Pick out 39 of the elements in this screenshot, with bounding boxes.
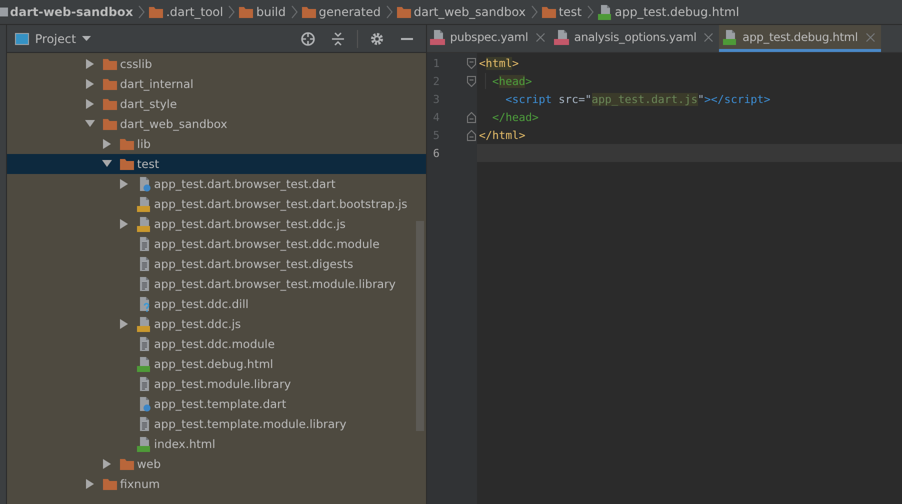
- editor-tab[interactable]: analysis_options.yaml: [551, 25, 720, 52]
- tree-item[interactable]: index.html: [7, 434, 426, 454]
- tree-item[interactable]: app_test.ddc.js: [7, 314, 426, 334]
- tree-item[interactable]: app_test.ddc.module: [7, 334, 426, 354]
- code-line: </html>: [478, 128, 526, 144]
- breadcrumb-item[interactable]: dart-web-sandbox: [8, 5, 136, 19]
- tree-item[interactable]: app_test.debug.html: [7, 354, 426, 374]
- tree-item[interactable]: dart_style: [7, 94, 426, 114]
- tree-item[interactable]: csslib: [7, 54, 426, 74]
- breadcrumb-item[interactable]: .dart_tool: [164, 5, 226, 19]
- tree-item[interactable]: app_test.dart.browser_test.module.library: [7, 274, 426, 294]
- breadcrumb-item[interactable]: test: [556, 5, 584, 19]
- tree-item[interactable]: dart_internal: [7, 74, 426, 94]
- code-line: </head>: [491, 110, 540, 126]
- editor-tab[interactable]: pubspec.yaml: [427, 25, 552, 52]
- editor-tab[interactable]: app_test.debug.html: [719, 25, 881, 52]
- tree-item[interactable]: app_test.dart.browser_test.digests: [7, 254, 426, 274]
- tree-item[interactable]: test: [7, 154, 426, 174]
- tree-item[interactable]: app_test.dart.browser_test.ddc.module: [7, 234, 426, 254]
- breadcrumb-item[interactable]: generated: [316, 5, 383, 19]
- breadcrumb-item[interactable]: dart_web_sandbox: [412, 5, 528, 19]
- tree-item[interactable]: app_test.dart.browser_test.dart.bootstrap.js: [7, 194, 426, 214]
- tree-item[interactable]: dart_web_sandbox: [7, 114, 426, 134]
- tree-item[interactable]: app_test.dart.browser_test.dart: [7, 174, 426, 194]
- tree-item[interactable]: app_test.template.module.library: [7, 414, 426, 434]
- tree-item[interactable]: lib: [7, 134, 426, 154]
- line-number: 6: [433, 146, 440, 160]
- tree-item[interactable]: app_test.dart.browser_test.ddc.js: [7, 214, 426, 234]
- code-line: <script src="app_test.dart.js"></script>: [504, 92, 772, 108]
- tree-item[interactable]: app_test.ddc.dill: [7, 294, 426, 314]
- code-line: <head>: [491, 74, 533, 90]
- project-view-dropdown[interactable]: Project: [15, 32, 92, 46]
- tree-item[interactable]: app_test.module.library: [7, 374, 426, 394]
- breadcrumb-item[interactable]: build: [254, 5, 288, 19]
- code-line: <html>: [478, 56, 520, 72]
- breadcrumb-item[interactable]: app_test.debug.html: [612, 5, 742, 19]
- tree-item[interactable]: fixnum: [7, 474, 426, 494]
- tree-item[interactable]: web: [7, 454, 426, 474]
- tree-item[interactable]: app_test.template.dart: [7, 394, 426, 414]
